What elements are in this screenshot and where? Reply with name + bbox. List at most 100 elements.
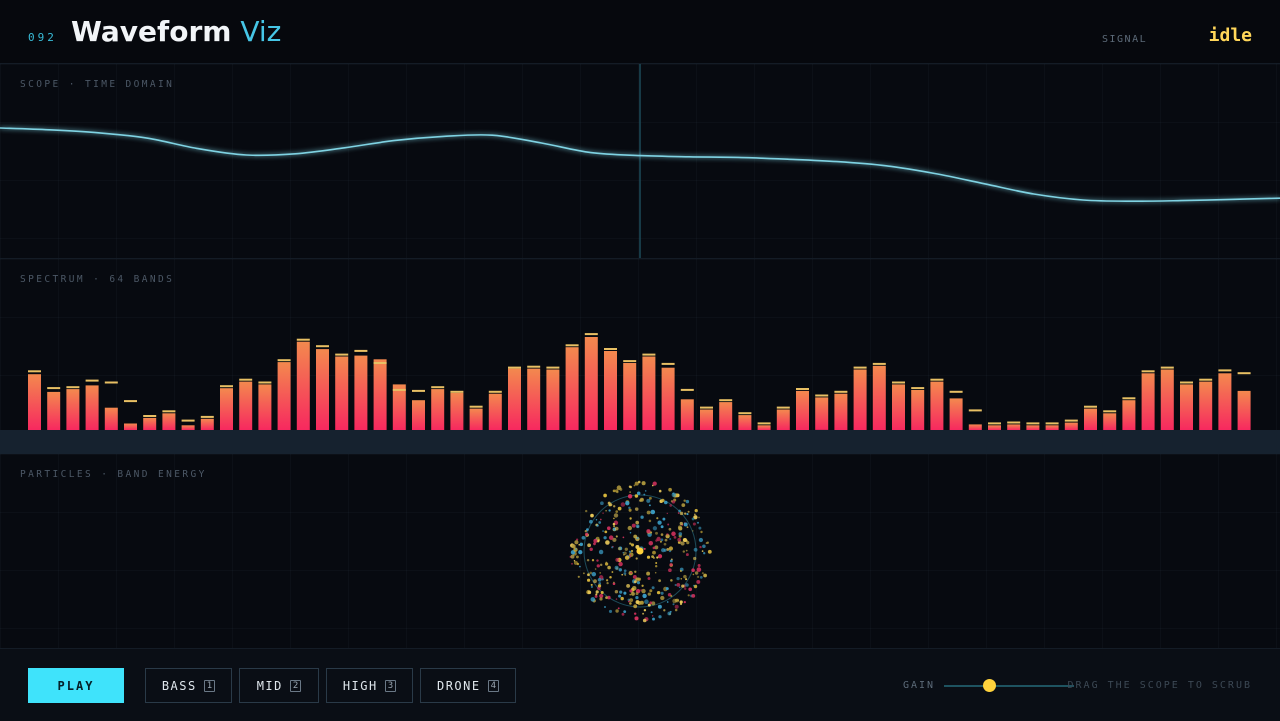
- band-button-mid[interactable]: MID 2: [239, 668, 319, 703]
- band-button-drone[interactable]: DRONE 4: [420, 668, 516, 703]
- spectrum-bar: [104, 407, 118, 430]
- particle: [578, 549, 583, 555]
- spectrum-peak-marker: [661, 362, 675, 365]
- particle: [617, 506, 622, 511]
- particle: [600, 501, 604, 506]
- particle: [629, 517, 632, 520]
- particle: [608, 535, 614, 540]
- spectrum-peak-marker: [469, 405, 483, 408]
- spectrum-bar: [1084, 408, 1097, 430]
- particle: [579, 542, 584, 547]
- spectrum-peak-marker: [28, 370, 41, 373]
- particle: [652, 617, 655, 621]
- particle: [596, 524, 599, 527]
- particle: [599, 563, 603, 567]
- spectrum-bar: [450, 392, 464, 430]
- particle: [606, 581, 609, 585]
- spectrum-peak-marker: [719, 399, 733, 402]
- particle: [641, 481, 646, 486]
- particle: [681, 503, 686, 507]
- scope-panel[interactable]: SCOPE · TIME DOMAIN: [0, 64, 1280, 259]
- particles-panel: PARTICLES · BAND ENERGY: [0, 454, 1280, 648]
- particle: [575, 555, 579, 559]
- particle: [672, 492, 675, 495]
- particle: [619, 487, 623, 491]
- particle: [683, 587, 687, 591]
- particle: [679, 570, 682, 572]
- band-button-high[interactable]: HIGH 3: [326, 668, 413, 703]
- particle: [630, 549, 634, 553]
- particle: [646, 498, 651, 503]
- band-key-hint: 4: [487, 679, 500, 692]
- particle: [668, 568, 672, 573]
- particle: [643, 547, 646, 550]
- particle: [699, 576, 703, 579]
- particle: [679, 521, 683, 526]
- spectrum-peak-marker: [1045, 422, 1059, 425]
- spectrum-peak-marker: [930, 378, 944, 381]
- spectrum-peak-marker: [546, 366, 560, 369]
- particle: [669, 537, 672, 541]
- particle: [679, 511, 684, 516]
- particle: [652, 481, 657, 486]
- spectrum-bar: [488, 393, 502, 430]
- particle: [647, 603, 651, 607]
- particle: [595, 590, 599, 594]
- particle: [605, 509, 607, 512]
- spectrum-peak-marker: [604, 348, 617, 350]
- particle: [643, 609, 647, 612]
- particle: [656, 556, 659, 559]
- spectrum-bar: [949, 398, 963, 430]
- scope-canvas[interactable]: [0, 64, 1280, 258]
- spectrum-peak-marker: [373, 362, 387, 364]
- gain-slider-thumb[interactable]: [983, 679, 996, 692]
- particle: [640, 589, 643, 592]
- particle: [615, 557, 620, 562]
- spectrum-bar: [872, 365, 886, 430]
- spectrum-peak-marker: [815, 394, 829, 397]
- spectrum-peak-marker: [335, 353, 349, 356]
- particle: [660, 591, 664, 595]
- spectrum-bar: [565, 347, 579, 430]
- spectrum-peak-marker: [834, 390, 848, 393]
- particle: [622, 536, 625, 539]
- spectrum-peak-marker: [1007, 421, 1021, 424]
- particle: [666, 533, 669, 536]
- particle: [669, 563, 673, 567]
- panel-divider: [0, 430, 1280, 454]
- particle: [703, 573, 707, 578]
- spectrum-peak-marker: [104, 381, 118, 384]
- spectrum-bar: [892, 384, 905, 430]
- spectrum-peak-marker: [1160, 366, 1174, 369]
- particle: [680, 577, 683, 580]
- particle: [585, 532, 589, 536]
- particle: [622, 553, 625, 556]
- particle: [595, 593, 598, 596]
- spectrum-bar: [911, 390, 925, 430]
- particle: [686, 541, 690, 545]
- particle: [646, 510, 651, 515]
- particle: [599, 518, 602, 521]
- spectrum-bar: [815, 397, 829, 430]
- particle: [633, 612, 637, 615]
- particle: [616, 490, 619, 494]
- particle: [643, 493, 646, 496]
- particle: [589, 519, 593, 524]
- spectrum-bar: [853, 369, 867, 430]
- spectrum-bars: [28, 333, 1251, 430]
- particle: [621, 612, 625, 616]
- particle: [668, 487, 672, 492]
- spectrum-bar: [738, 415, 752, 430]
- particle: [597, 584, 602, 588]
- particle: [571, 544, 576, 549]
- spectrum-peak-marker: [277, 359, 291, 362]
- particle: [612, 489, 616, 493]
- spectrum-peak-marker: [565, 344, 579, 347]
- play-button[interactable]: PLAY: [28, 668, 124, 703]
- band-button-bass[interactable]: BASS 1: [145, 668, 232, 703]
- particle: [642, 618, 647, 623]
- particle: [624, 547, 628, 551]
- gain-slider-track[interactable]: [944, 685, 1074, 687]
- spectrum-peak-marker: [431, 386, 445, 389]
- particle: [590, 585, 594, 589]
